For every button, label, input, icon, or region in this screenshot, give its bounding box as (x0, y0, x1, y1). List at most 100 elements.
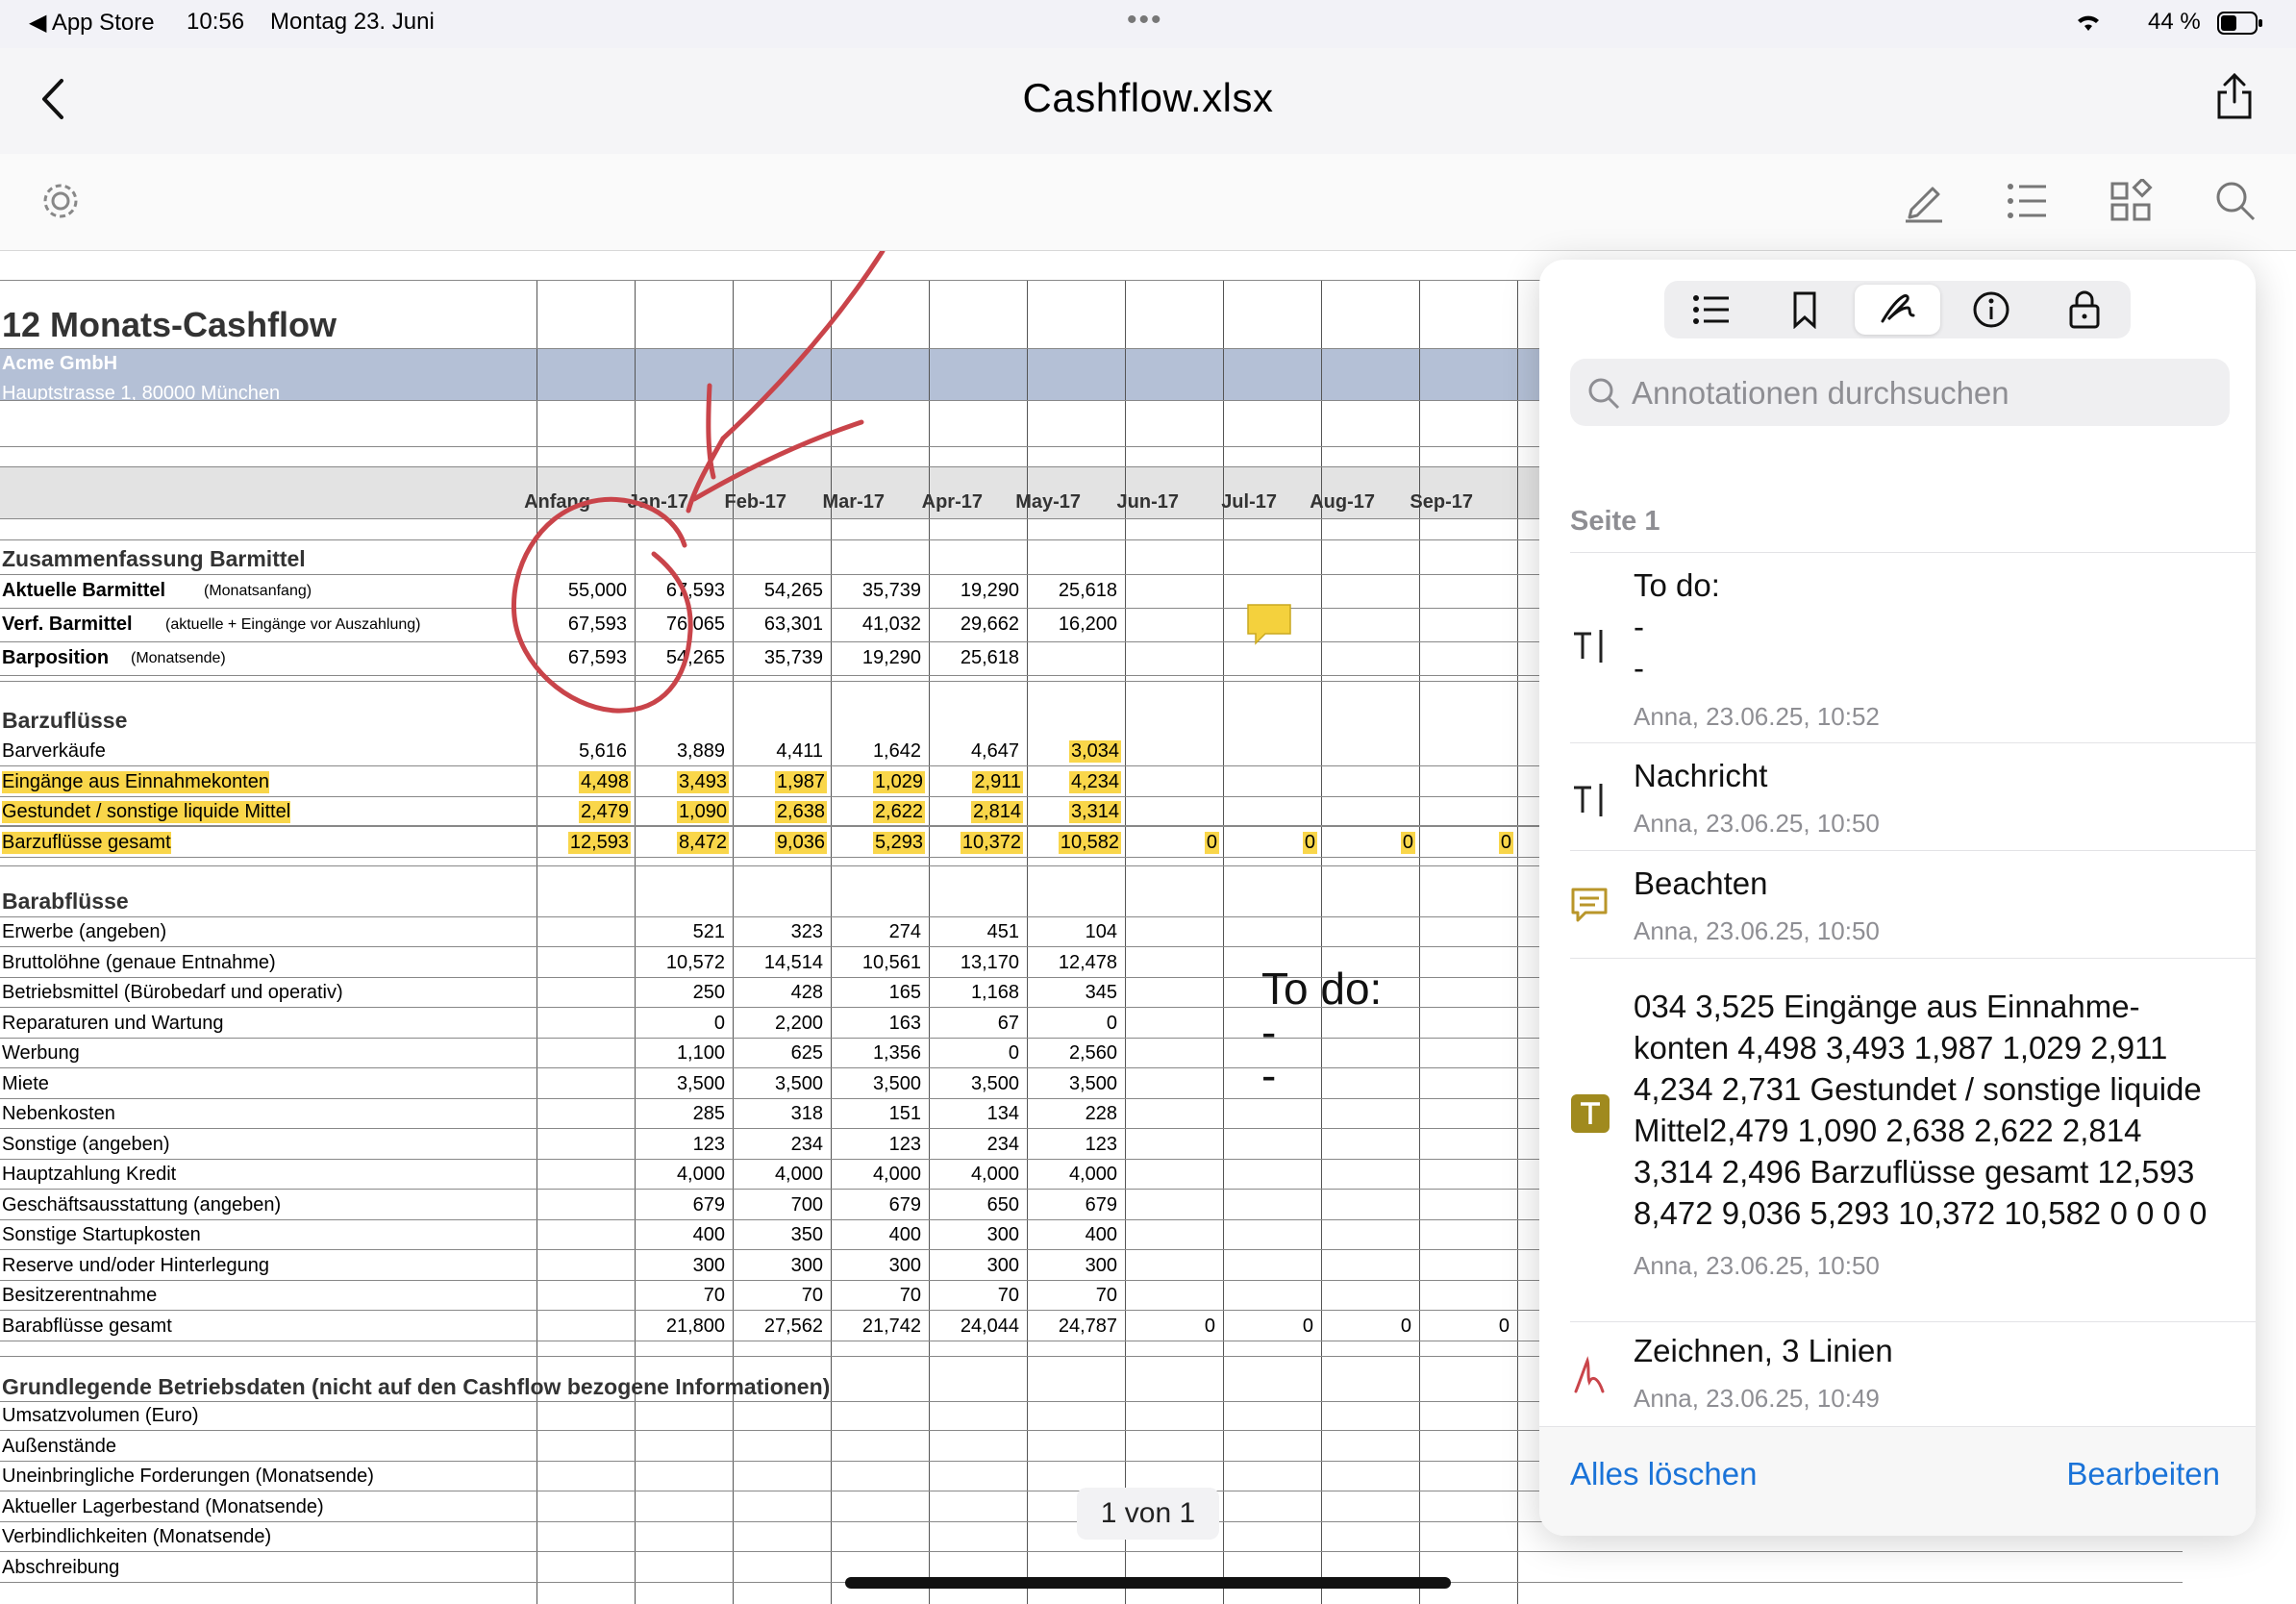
cell-value: 0 (713, 1012, 725, 1034)
cell-value: 3,500 (774, 1072, 823, 1094)
cell-value: 318 (790, 1103, 823, 1124)
cell-value: 134 (986, 1103, 1019, 1124)
cell-value: 163 (888, 1012, 921, 1034)
cell-value: 70 (997, 1285, 1019, 1306)
multitask-dots-icon[interactable]: ••• (1127, 4, 1163, 37)
row-label: Werbung (2, 1042, 80, 1064)
cell-value: 1,987 (774, 770, 827, 793)
clear-all-button[interactable]: Alles löschen (1570, 1456, 1757, 1492)
annotation-item[interactable]: 034 3,525 Eingänge aus Einnahme- konten … (1570, 958, 2256, 1293)
cell-value: 300 (986, 1224, 1019, 1245)
tab-bookmarks[interactable] (1761, 285, 1847, 335)
cell-value: 123 (888, 1133, 921, 1155)
cell-value: 21,800 (665, 1315, 725, 1337)
cell-value: 234 (790, 1133, 823, 1155)
row-label: Geschäftsausstattung (angeben) (2, 1193, 282, 1216)
cell-value: 3,493 (676, 770, 729, 793)
cell-value: 2,200 (774, 1012, 823, 1034)
search-input[interactable] (1630, 359, 2210, 428)
tab-security[interactable] (2041, 285, 2127, 335)
cell-value: 234 (986, 1133, 1019, 1155)
annotation-text: To do: - - (1634, 567, 1720, 686)
annotation-meta: Anna, 23.06.25, 10:50 (1634, 916, 1880, 945)
panel-footer: Alles löschen Bearbeiten (1539, 1426, 2256, 1536)
cell-value: 70 (801, 1285, 823, 1306)
annotation-text: 034 3,525 Eingänge aus Einnahme- konten … (1634, 989, 2208, 1231)
tab-annotations[interactable] (1855, 285, 1940, 335)
row-label: Sonstige Startupkosten (2, 1224, 201, 1245)
cell-value: 679 (692, 1193, 725, 1216)
gear-icon[interactable] (38, 179, 83, 223)
row-label: Aktueller Lagerbestand (Monatsende) (2, 1495, 324, 1517)
cell-value: 300 (1085, 1254, 1117, 1276)
pencil-icon[interactable] (1902, 181, 1946, 225)
annotation-item[interactable]: To do: - - Anna, 23.06.25, 10:52 (1570, 552, 2256, 743)
info-icon (1973, 291, 2009, 328)
row-label: Bruttolöhne (genaue Entnahme) (2, 951, 276, 973)
cell-value: 2,479 (578, 801, 631, 823)
list-icon[interactable] (2006, 181, 2050, 221)
cell-value: 274 (888, 921, 921, 942)
cell-value: 4,000 (1068, 1164, 1117, 1185)
annotation-meta: Anna, 23.06.25, 10:50 (1634, 1251, 1880, 1280)
row-label: Reparaturen und Wartung (2, 1012, 224, 1034)
row-divider (0, 1551, 2183, 1552)
cell-value: 1,356 (872, 1042, 921, 1064)
row-label: Hauptzahlung Kredit (2, 1164, 177, 1185)
free-text-annotation[interactable]: To do: - - (1261, 966, 1382, 1097)
annotation-item[interactable]: Beachten Anna, 23.06.25, 10:50 (1570, 850, 2256, 959)
row-label: Sonstige (angeben) (2, 1133, 170, 1155)
annotation-meta: Anna, 23.06.25, 10:49 (1634, 1384, 1880, 1413)
cell-value: 165 (888, 982, 921, 1003)
wifi-icon (2078, 15, 2099, 31)
cell-value: 625 (790, 1042, 823, 1064)
cell-value: 70 (703, 1285, 725, 1306)
edit-button[interactable]: Bearbeiten (2066, 1456, 2220, 1492)
cell-value: 14,514 (763, 951, 823, 973)
annotation-meta: Anna, 23.06.25, 10:50 (1634, 809, 1880, 838)
cell-value: 4,498 (578, 770, 631, 793)
cell-value: 400 (692, 1224, 725, 1245)
cell-value: 250 (692, 982, 725, 1003)
battery-percent: 44 % (2148, 9, 2201, 35)
cell-value: 10,561 (861, 951, 921, 973)
cell-value: 451 (986, 921, 1019, 942)
row-label: Uneinbringliche Forderungen (Monatsende) (2, 1466, 374, 1487)
cell-value: 21,742 (861, 1315, 921, 1337)
row-label: Betriebsmittel (Bürobedarf und operativ) (2, 982, 343, 1003)
text-box-icon (1574, 784, 1603, 816)
cell-value: 151 (888, 1103, 921, 1124)
row-label: Umsatzvolumen (Euro) (2, 1405, 199, 1426)
tab-outline[interactable] (1668, 285, 1754, 335)
cell-value: 300 (790, 1254, 823, 1276)
cell-value: 8,472 (676, 831, 729, 854)
comment-icon (1571, 888, 1608, 922)
search-icon[interactable] (2213, 179, 2258, 223)
annotation-item[interactable]: Nachricht Anna, 23.06.25, 10:50 (1570, 742, 2256, 851)
row-label: Erwerbe (angeben) (2, 921, 167, 942)
cell-value: 428 (790, 982, 823, 1003)
cell-value: 650 (986, 1193, 1019, 1216)
cell-value: 2,622 (872, 801, 925, 823)
annotation-item[interactable]: Zeichnen, 3 Linien Anna, 23.06.25, 10:49 (1570, 1321, 2256, 1430)
tab-info[interactable] (1948, 285, 2034, 335)
signature-icon (1881, 294, 1914, 323)
panel-segmented-control (1664, 281, 2131, 338)
cell-value: 5,293 (872, 831, 925, 854)
grid-add-icon[interactable] (2109, 179, 2154, 223)
row-label: Besitzerentnahme (2, 1285, 158, 1306)
cell-value: 0 (1008, 1042, 1019, 1064)
cell-value: 300 (692, 1254, 725, 1276)
cell-value: 0 (1400, 831, 1415, 854)
row-label: Verbindlichkeiten (Monatsende) (2, 1526, 272, 1547)
cell-value: 679 (1085, 1193, 1117, 1216)
cell-value: 285 (692, 1103, 725, 1124)
cell-value: 12,478 (1058, 951, 1117, 973)
section-title: Grundlegende Betriebsdaten (nicht auf de… (2, 1374, 831, 1399)
cell-value: 27,562 (763, 1315, 823, 1337)
row-label: Außenstände (2, 1435, 116, 1457)
home-indicator[interactable] (845, 1577, 1451, 1589)
back-to-app-link[interactable]: ◀ App Store (29, 9, 155, 37)
share-icon[interactable] (2215, 71, 2254, 121)
ink-drawing[interactable] (0, 251, 1538, 770)
